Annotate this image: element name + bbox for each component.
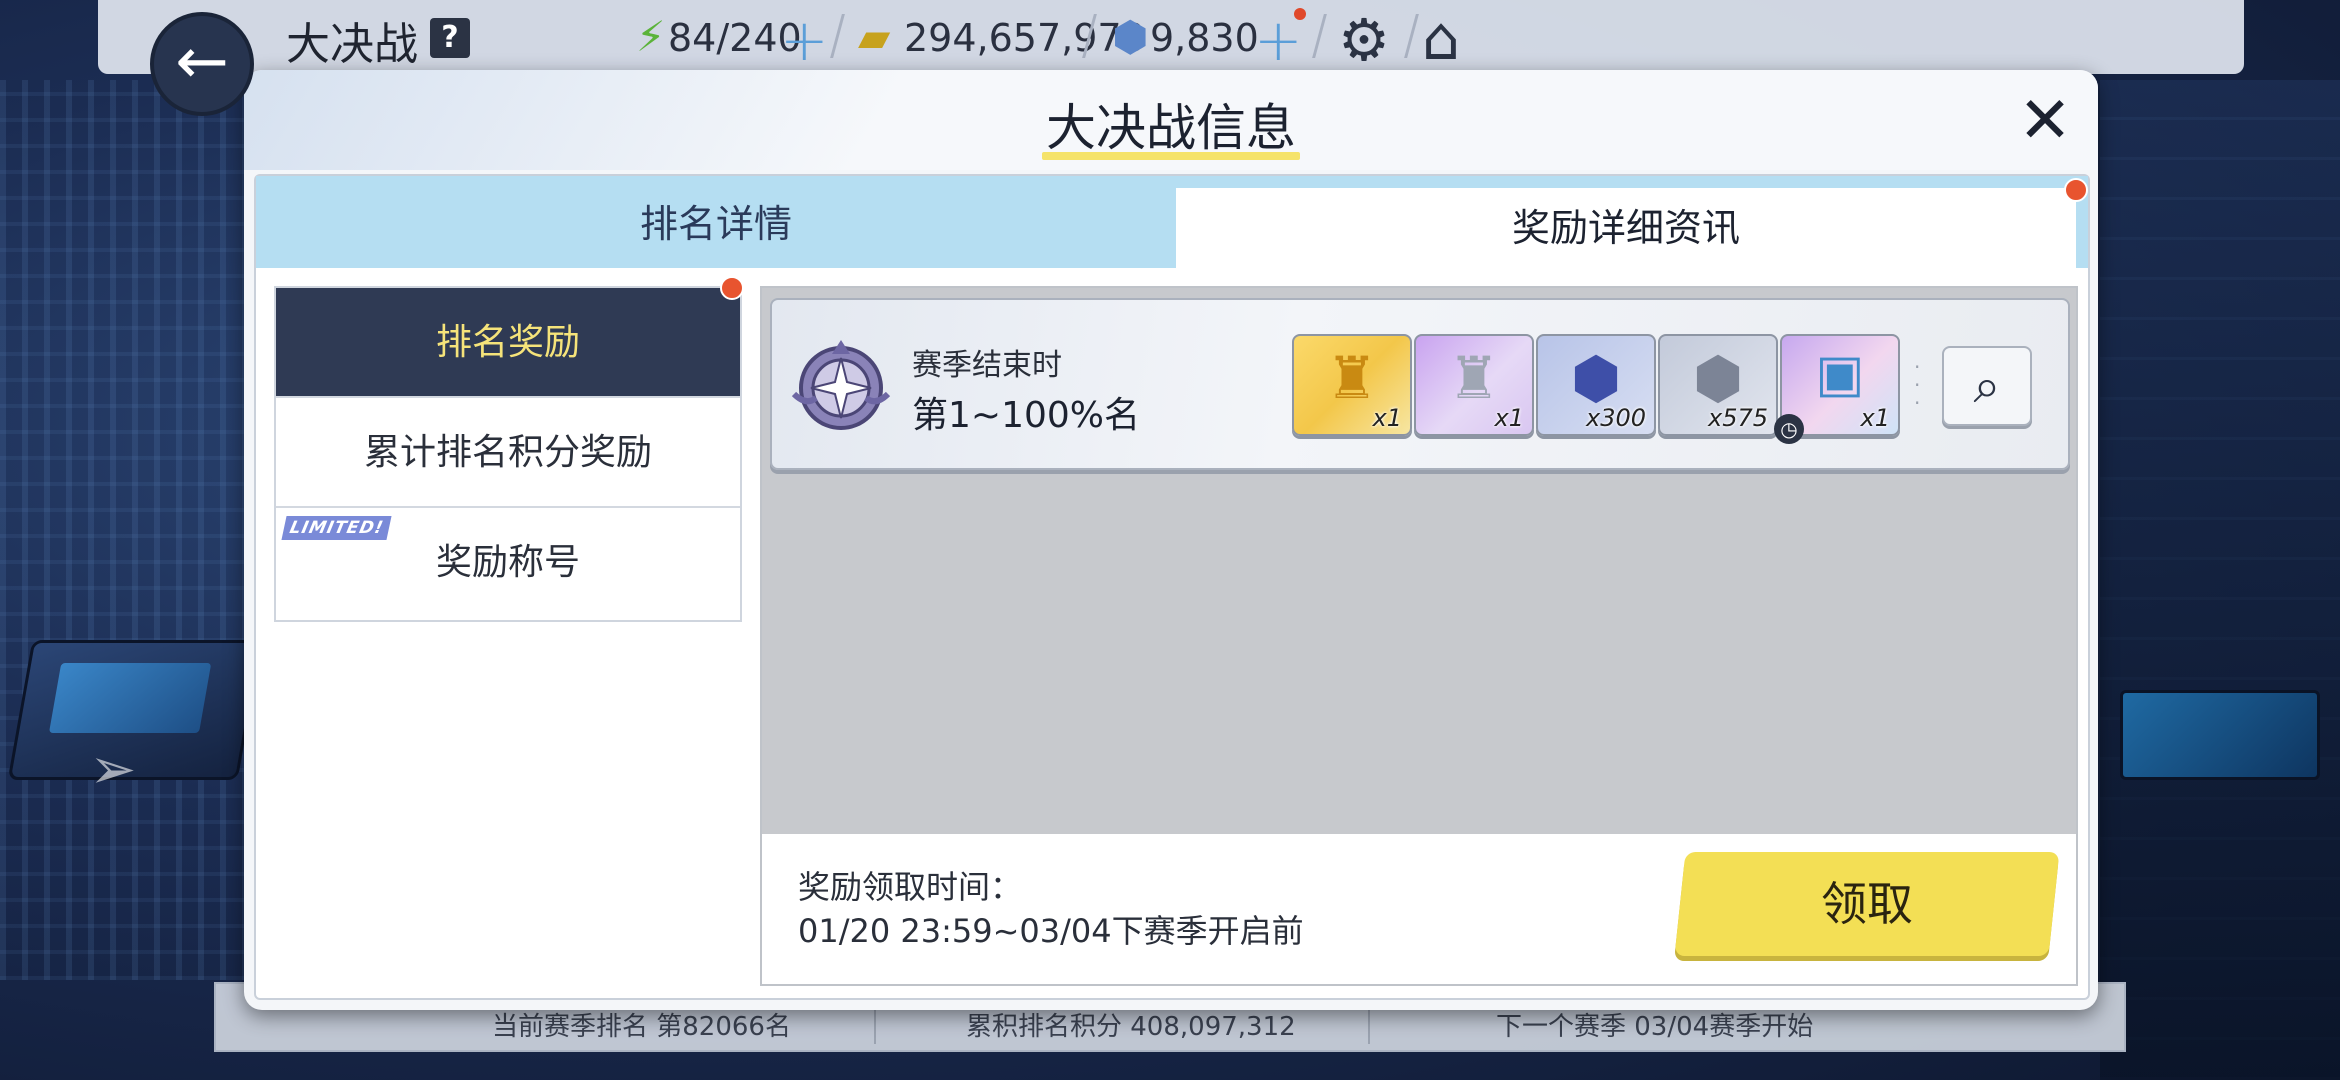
close-button[interactable]: ✕ bbox=[2010, 88, 2080, 158]
menu-item-reward-titles[interactable]: LIMITED! 奖励称号 bbox=[276, 508, 740, 618]
modal-header: 大决战信息 ✕ bbox=[244, 70, 2098, 170]
reward-item-gold-trophy[interactable]: ♜ x1 bbox=[1292, 334, 1412, 436]
home-icon[interactable]: ⌂ bbox=[1422, 4, 1460, 74]
ticket-icon: ▣ bbox=[1815, 344, 1865, 404]
gems-notification-dot bbox=[1294, 8, 1306, 20]
gold-trophy-icon: ♜ bbox=[1326, 344, 1378, 412]
silver-crystal-icon: ⬢ bbox=[1692, 344, 1744, 412]
gear-icon[interactable]: ⚙ bbox=[1338, 6, 1390, 74]
cumulative-points-text: 累积排名积分 408,097,312 bbox=[966, 1012, 1296, 1042]
divider bbox=[830, 14, 845, 58]
clock-icon: ◷ bbox=[1774, 414, 1804, 444]
claim-button-label: 领取 bbox=[1821, 877, 1913, 931]
limited-badge: LIMITED! bbox=[281, 516, 393, 540]
row-caption: 赛季结束时 bbox=[912, 348, 1062, 383]
credits-value: 294,657,970 bbox=[904, 16, 1146, 60]
menu-item-label: 累计排名积分奖励 bbox=[363, 432, 652, 473]
divider bbox=[1404, 14, 1419, 58]
reward-item-blue-crystal[interactable]: ⬢ x300 bbox=[1536, 334, 1656, 436]
rank-emblem-icon bbox=[791, 340, 891, 430]
tab-bar: 排名详情 奖励详细资讯 bbox=[256, 176, 2088, 268]
menu-notification-dot bbox=[720, 276, 744, 300]
tab-reward-details[interactable]: 奖励详细资讯 bbox=[1176, 188, 2076, 268]
item-quantity: x575 bbox=[1707, 404, 1768, 432]
credit-card-icon: ▰ bbox=[858, 12, 891, 61]
item-quantity: x1 bbox=[1494, 404, 1524, 432]
tab-notification-dot bbox=[2064, 178, 2088, 202]
reward-category-menu: 排名奖励 累计排名积分奖励 LIMITED! 奖励称号 bbox=[274, 286, 742, 622]
reward-item-silver-crystal[interactable]: ⬢ x575 bbox=[1658, 334, 1778, 436]
blue-crystal-icon: ⬢ bbox=[1570, 344, 1622, 412]
claim-time-label: 奖励领取时间： bbox=[798, 868, 1023, 906]
more-dots-icon: · · · bbox=[1914, 355, 1921, 415]
reward-row: 赛季结束时 第1~100%名 ♜ x1 ♜ x1 ⬢ x300 ⬢ x575 ▣… bbox=[770, 298, 2070, 470]
arrow-left-icon: ← bbox=[175, 25, 229, 99]
claim-time-range: 01/20 23:59~03/04下赛季开启前 bbox=[798, 912, 1304, 950]
claim-button[interactable]: 领取 bbox=[1674, 852, 2060, 956]
item-quantity: x1 bbox=[1372, 404, 1402, 432]
add-stamina-plus-icon[interactable]: + bbox=[780, 6, 829, 74]
tab-ranking-details[interactable]: 排名详情 bbox=[256, 176, 1176, 268]
background-console-screen bbox=[48, 663, 212, 733]
row-rank-range: 第1~100%名 bbox=[912, 395, 1140, 436]
modal-title: 大决战信息 bbox=[1046, 99, 1296, 157]
next-season-text: 下一个赛季 03/04赛季开始 bbox=[1496, 1012, 1814, 1042]
background-right-screen bbox=[2120, 690, 2320, 780]
top-resource-bar: 大决战 ? ⚡ 84/240 + ▰ 294,657,970 ⬢ 9,830 +… bbox=[98, 0, 2244, 74]
divider bbox=[1312, 14, 1327, 58]
current-rank-text: 当前赛季排名 第82066名 bbox=[492, 1012, 791, 1042]
menu-item-label: 奖励称号 bbox=[435, 542, 580, 583]
title-underline bbox=[1042, 152, 1300, 160]
claim-footer: 奖励领取时间： 01/20 23:59~03/04下赛季开启前 领取 bbox=[762, 834, 2076, 984]
reward-panel: 赛季结束时 第1~100%名 ♜ x1 ♜ x1 ⬢ x300 ⬢ x575 ▣… bbox=[760, 286, 2078, 986]
battle-info-modal: 大决战信息 ✕ 排名详情 奖励详细资讯 排名奖励 累计排名积分奖励 LIMITE… bbox=[244, 70, 2098, 1010]
help-icon[interactable]: ? bbox=[430, 18, 470, 58]
gems-value: 9,830 bbox=[1150, 16, 1259, 60]
top-title: 大决战 bbox=[286, 19, 418, 70]
modal-content: 排名详情 奖励详细资讯 排名奖励 累计排名积分奖励 LIMITED! 奖励称号 bbox=[254, 174, 2090, 1000]
magnifier-search-button[interactable]: ⌕ bbox=[1942, 346, 2032, 426]
menu-item-label: 排名奖励 bbox=[435, 322, 580, 363]
reward-item-silver-trophy[interactable]: ♜ x1 bbox=[1414, 334, 1534, 436]
gem-icon: ⬢ bbox=[1112, 12, 1149, 61]
lightning-icon: ⚡ bbox=[636, 12, 666, 61]
item-quantity: x300 bbox=[1585, 404, 1646, 432]
back-button[interactable]: ← bbox=[150, 12, 254, 116]
close-icon: ✕ bbox=[2018, 84, 2072, 158]
send-arrow-icon: ➢ bbox=[89, 737, 137, 802]
background-city-hologram bbox=[0, 80, 260, 980]
silver-trophy-icon: ♜ bbox=[1448, 344, 1500, 412]
menu-item-cumulative-points-rewards[interactable]: 累计排名积分奖励 bbox=[276, 398, 740, 508]
menu-item-rank-rewards[interactable]: 排名奖励 bbox=[276, 288, 740, 398]
search-icon: ⌕ bbox=[1973, 358, 2001, 414]
item-quantity: x1 bbox=[1860, 404, 1890, 432]
background-right-wall bbox=[2100, 80, 2340, 1080]
